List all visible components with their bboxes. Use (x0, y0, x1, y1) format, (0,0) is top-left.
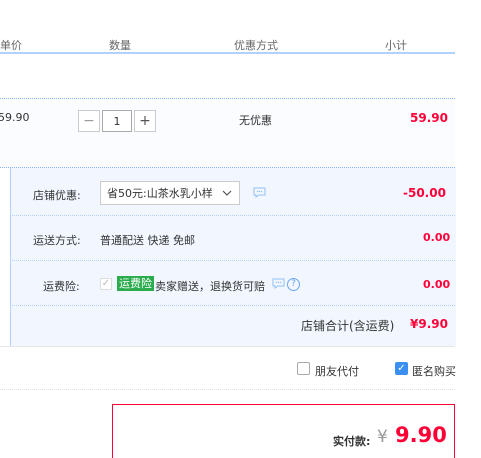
chat-icon[interactable] (272, 278, 285, 289)
chat-icon[interactable] (253, 187, 266, 198)
col-subtotal: 小计 (385, 39, 407, 52)
coupon-label: 店铺优惠: (33, 189, 81, 202)
insurance-checkbox: ✓ (100, 278, 112, 290)
insurance-badge: 运费险 (117, 276, 154, 291)
col-quantity: 数量 (109, 39, 131, 52)
discount-text: 无优惠 (239, 114, 272, 127)
shop-total: ¥9.90 (410, 317, 448, 331)
decrease-button[interactable]: − (78, 110, 100, 132)
anonymous-label: 匿名购买 (412, 365, 456, 378)
payment-total-box: 实付款: ¥ 9.90 (112, 404, 455, 458)
anonymous-checkbox[interactable]: ✓ (395, 362, 408, 375)
payment-label: 实付款: (333, 435, 371, 448)
insurance-desc: 卖家赠送，退换货可赔 (155, 280, 265, 293)
currency-symbol: ¥ (377, 427, 388, 447)
item-subtotal: 59.90 (410, 111, 448, 125)
friend-pay-label: 朋友代付 (315, 365, 359, 378)
coupon-selected: 省50元:山茶水乳小样 (107, 187, 213, 200)
unit-price: 59.90 (0, 111, 30, 124)
quantity-stepper[interactable]: − 1 + (78, 110, 156, 132)
shipping-value: 普通配送 快递 免邮 (100, 234, 195, 247)
coupon-amount: -50.00 (403, 186, 446, 200)
friend-pay-checkbox[interactable] (297, 362, 310, 375)
increase-button[interactable]: + (134, 110, 156, 132)
coupon-select[interactable]: 省50元:山茶水乳小样 (100, 181, 240, 205)
help-icon[interactable]: ? (287, 278, 300, 291)
quantity-input[interactable]: 1 (102, 110, 132, 132)
payment-amount: 9.90 (395, 423, 447, 447)
item-row (0, 99, 455, 167)
col-unit-price: 单价 (0, 39, 22, 52)
chevron-down-icon (222, 190, 232, 196)
shipping-amount: 0.00 (423, 231, 451, 244)
col-discount: 优惠方式 (234, 39, 278, 52)
shop-total-label: 店铺合计(含运费) (301, 319, 395, 333)
insurance-amount: 0.00 (423, 278, 451, 291)
insurance-label: 运费险: (43, 280, 80, 293)
shipping-label: 运送方式: (33, 234, 81, 247)
table-header: 单价 数量 优惠方式 小计 (0, 0, 455, 54)
